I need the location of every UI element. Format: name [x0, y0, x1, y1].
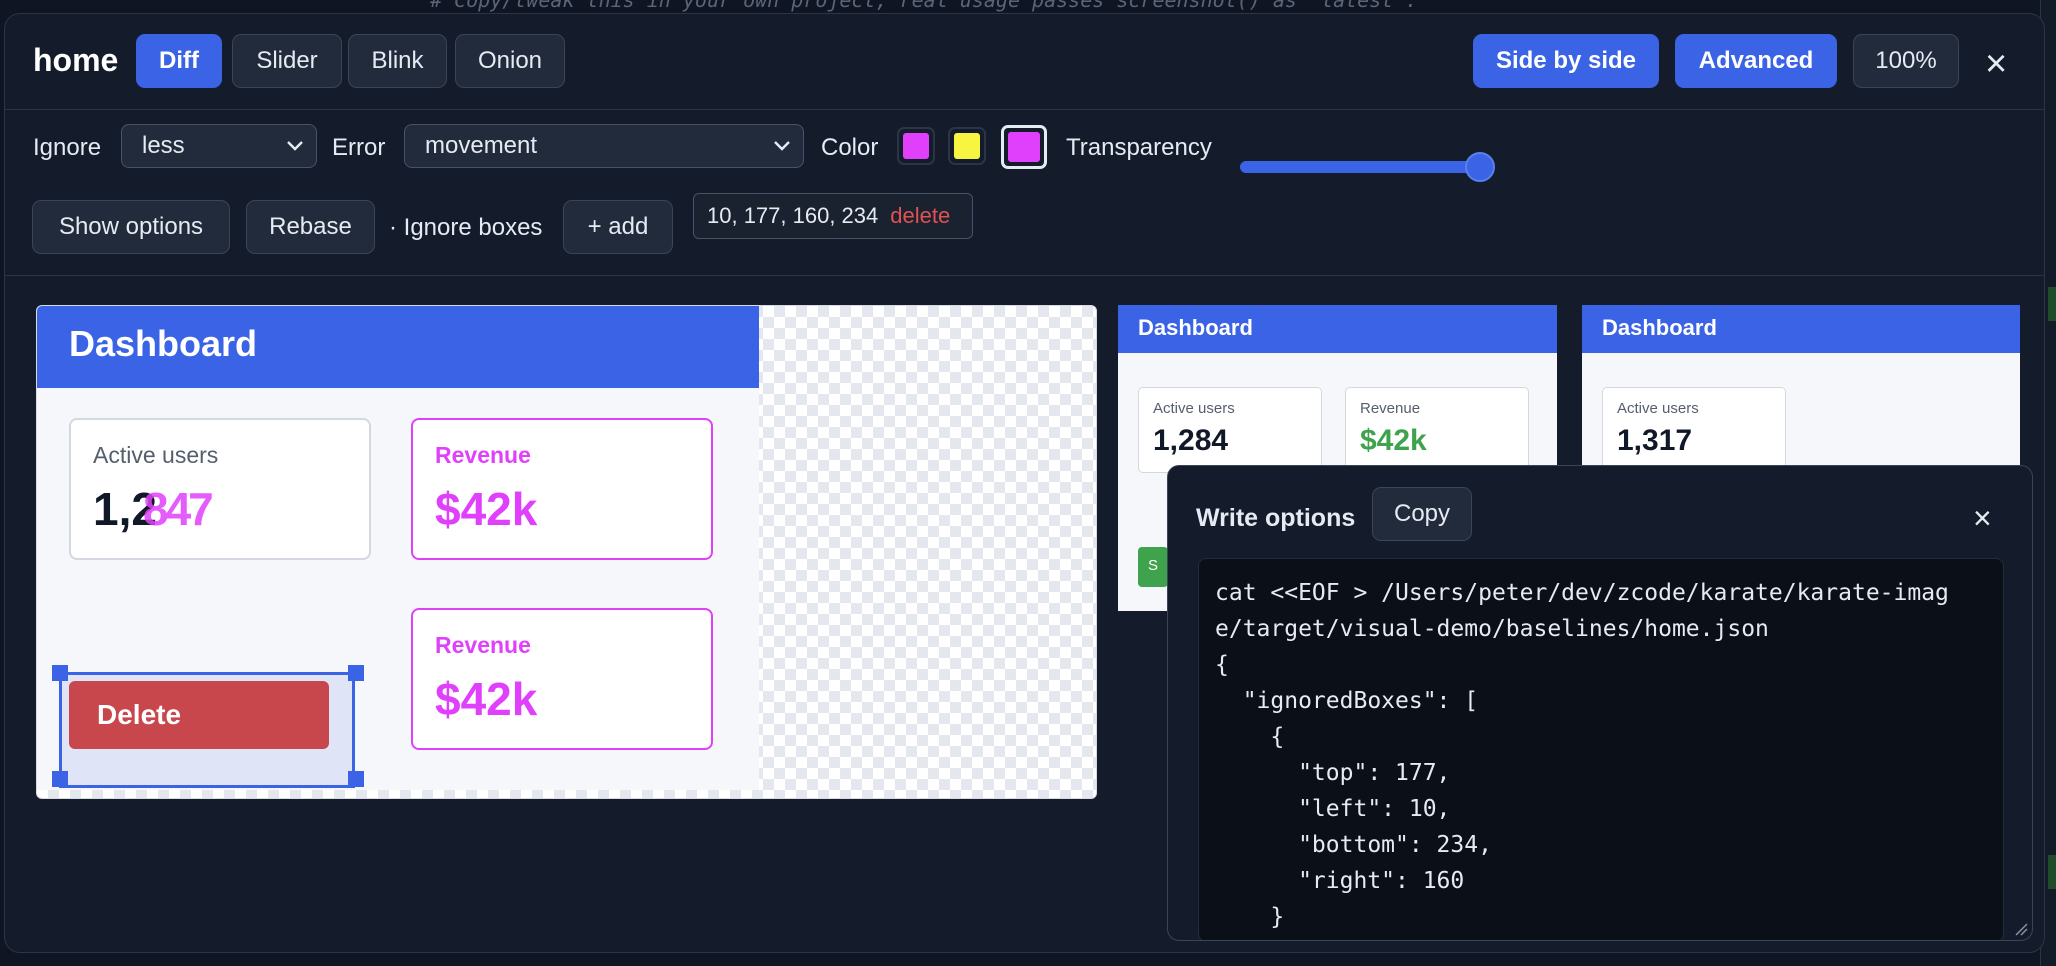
modal-header: home Diff Slider Blink Onion Side by sid… — [5, 14, 2044, 110]
ignore-boxes-label: · Ignore boxes — [389, 214, 543, 241]
diff-card-active-users: Active users 1,2 847 — [69, 418, 371, 560]
transparency-slider-thumb[interactable] — [1465, 152, 1495, 182]
resize-handle-bottom-left[interactable] — [52, 771, 68, 787]
diff-highlight-value: 847 — [143, 483, 214, 535]
diff-delete-button: Delete — [69, 681, 329, 749]
preview-card-active-users: Active users 1,317 — [1602, 387, 1786, 473]
code-line: cat <<EOF > /Users/peter/dev/zcode/karat… — [1215, 580, 1949, 606]
code-line: "ignoredBoxes": [ — [1215, 688, 1479, 714]
image-comparison-modal: home Diff Slider Blink Onion Side by sid… — [4, 13, 2045, 953]
mode-tab-onion[interactable]: Onion — [455, 34, 565, 88]
card-label: Revenue — [435, 632, 531, 658]
options-toolbar: Ignore less Error movement Color Transpa… — [5, 110, 2044, 276]
code-line: { — [1215, 724, 1285, 750]
card-value: 1,317 — [1617, 424, 1693, 457]
mode-tab-diff[interactable]: Diff — [136, 34, 222, 88]
chevron-down-icon — [774, 141, 790, 151]
color-picker[interactable] — [1001, 125, 1047, 169]
error-select[interactable]: movement — [404, 124, 804, 168]
resize-handle-top-left[interactable] — [52, 665, 68, 681]
close-icon[interactable]: × — [1985, 45, 2007, 83]
ignore-box-delete-link[interactable]: delete — [890, 203, 950, 229]
transparency-slider[interactable] — [1240, 161, 1480, 173]
ignore-box-tag: 10, 177, 160, 234 delete — [693, 193, 973, 239]
write-options-title: Write options — [1196, 504, 1356, 532]
background-comment: # Copy/tweak this in your own project, r… — [430, 0, 1418, 12]
code-line: "left": 10, — [1215, 796, 1451, 822]
ignore-select[interactable]: less — [121, 124, 317, 168]
resize-handle-top-right[interactable] — [348, 665, 364, 681]
card-value: $42k — [1360, 424, 1427, 457]
background-status-marker — [2048, 855, 2056, 889]
diff-page-title: Dashboard — [69, 323, 258, 364]
color-swatch-yellow[interactable] — [948, 127, 986, 165]
card-label: Revenue — [435, 442, 531, 468]
show-options-button[interactable]: Show options — [32, 200, 230, 254]
write-options-code[interactable]: cat <<EOF > /Users/peter/dev/zcode/karat… — [1198, 558, 2004, 940]
color-label: Color — [821, 134, 879, 161]
ignore-box-coords: 10, 177, 160, 234 — [707, 203, 879, 228]
diff-page-header: Dashboard — [37, 306, 759, 388]
transparency-label: Transparency — [1066, 134, 1212, 161]
diff-image-canvas[interactable]: Dashboard Active users 1,2 847 Revenue $… — [36, 305, 1097, 799]
ignore-select-value: less — [142, 132, 185, 159]
ignore-label: Ignore — [33, 134, 102, 161]
diff-card-revenue: Revenue $42k — [411, 418, 713, 560]
error-label: Error — [332, 134, 386, 161]
preview-header: Dashboard — [1582, 305, 2020, 353]
mode-tab-slider[interactable]: Slider — [232, 34, 342, 88]
code-line: "right": 160 — [1215, 868, 1465, 894]
preview-partial-button: S — [1138, 547, 1168, 587]
rebase-button[interactable]: Rebase — [246, 200, 375, 254]
write-options-panel: Write options Copy × cat <<EOF > /Users/… — [1167, 465, 2033, 941]
code-line: "bottom": 234, — [1215, 832, 1492, 858]
copy-button[interactable]: Copy — [1372, 487, 1472, 541]
add-ignore-box-button[interactable]: + add — [563, 200, 673, 254]
advanced-button[interactable]: Advanced — [1675, 34, 1837, 88]
diff-card-revenue-moved: Revenue $42k — [411, 608, 713, 750]
code-line: } — [1215, 904, 1285, 930]
preview-card-active-users: Active users 1,284 — [1138, 387, 1322, 473]
modal-title: home — [33, 42, 119, 78]
preview-header: Dashboard — [1118, 305, 1557, 353]
error-select-value: movement — [425, 132, 538, 159]
card-label: Active users — [1617, 400, 1699, 417]
card-value: $42k — [435, 483, 538, 535]
resize-grip-icon[interactable] — [2014, 922, 2028, 936]
color-swatch-magenta[interactable] — [897, 127, 935, 165]
card-value: $42k — [435, 673, 538, 725]
code-line: e/target/visual-demo/baselines/home.json — [1215, 616, 1769, 642]
diff-rendered-page: Dashboard Active users 1,2 847 Revenue $… — [37, 306, 759, 790]
preview-card-revenue: Revenue $42k — [1345, 387, 1529, 473]
preview-title: Dashboard — [1138, 315, 1253, 340]
side-by-side-button[interactable]: Side by side — [1473, 34, 1659, 88]
close-icon[interactable]: × — [1973, 502, 1992, 534]
background-status-marker — [2048, 287, 2056, 321]
mode-tab-blink[interactable]: Blink — [348, 34, 447, 88]
preview-title: Dashboard — [1602, 315, 1717, 340]
zoom-level-button[interactable]: 100% — [1853, 34, 1959, 88]
code-line: "top": 177, — [1215, 760, 1451, 786]
chevron-down-icon — [287, 141, 303, 151]
card-label: Revenue — [1360, 400, 1421, 417]
resize-handle-bottom-right[interactable] — [348, 771, 364, 787]
code-line: { — [1215, 652, 1229, 678]
card-value: 1,284 — [1153, 424, 1229, 457]
card-label: Active users — [1153, 400, 1235, 417]
card-label: Active users — [93, 442, 219, 468]
